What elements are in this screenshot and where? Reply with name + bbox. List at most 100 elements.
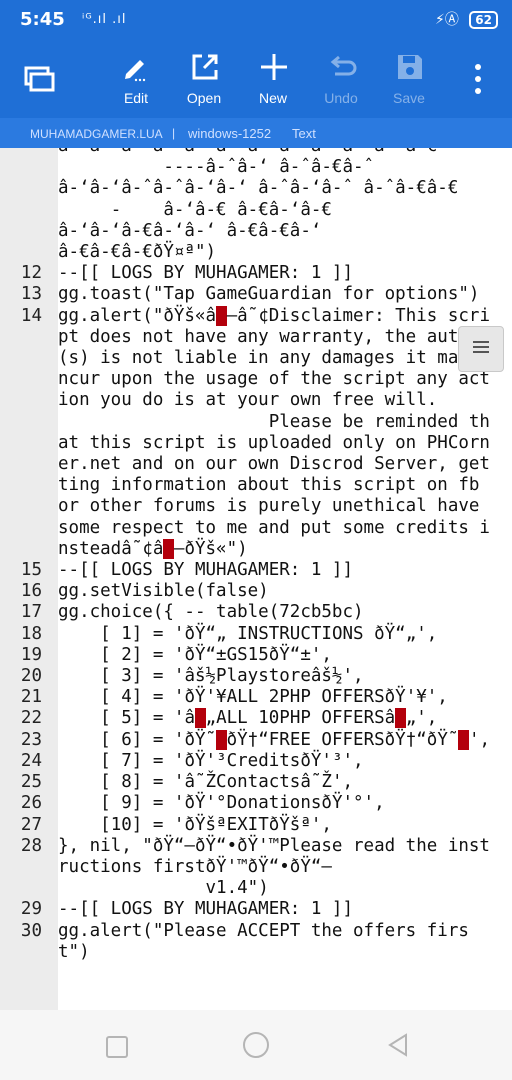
code-line[interactable]: â-€â-€â-€ðŸ¤ª")	[0, 242, 512, 263]
line-number	[0, 221, 58, 242]
line-number: 17	[20, 602, 42, 623]
edit-button[interactable]: Edit	[106, 48, 166, 110]
code-line[interactable]: 15 --[[ LOGS BY MUHAGAMER: 1 ]]	[0, 560, 512, 581]
code-line[interactable]: 23 [ 6] = 'ðŸ˜·ðŸ†“FREE OFFERSðŸ†“ðŸ˜·',	[0, 729, 512, 751]
line-text: [ 8] = 'â˜ŽContactsâ˜Ž',	[58, 772, 354, 793]
line-text: [ 3] = 'âš½Playstoreâš½',	[58, 666, 364, 687]
status-icons: ⚡Ⓐ	[435, 12, 459, 28]
save-icon	[398, 55, 422, 79]
code-line[interactable]: 24 [ 7] = 'ðŸ'³CreditsðŸ'³',	[0, 751, 512, 772]
line-text: gg.setVisible(false)	[58, 581, 269, 602]
invalid-char-marker: ·	[163, 538, 174, 559]
line-number: 13	[20, 284, 42, 305]
code-line[interactable]: 17 gg.choice({ -- table(72cb5bc)	[0, 602, 512, 623]
code-line[interactable]: â-‘â-‘â-ˆâ-ˆâ-‘â-‘ â-ˆâ-‘â-ˆ â-ˆâ-€â-€	[0, 178, 512, 199]
code-editor[interactable]: â-‘â-ˆâ-‘â-ˆâ-‘â-‘â-ˆâ-‘â-ˆâ-‘â-‘â-€ ---…	[0, 148, 512, 1010]
line-number: 15	[20, 560, 42, 581]
invalid-char-marker: ·	[216, 729, 227, 750]
pencil-icon	[125, 60, 146, 82]
clock: 5:45	[20, 9, 65, 30]
line-number	[0, 178, 58, 199]
code-line[interactable]: 19 [ 2] = 'ðŸ“±GS15ðŸ“±',	[0, 645, 512, 666]
invalid-char-marker: ·	[194, 708, 206, 729]
line-text: ----â-ˆâ-‘ â-ˆâ-€â-ˆ	[58, 157, 375, 178]
line-text: --[[ LOGS BY MUHAGAMER: 1 ]]	[58, 263, 354, 284]
line-text: --[[ LOGS BY MUHAGAMER: 1 ]]	[58, 899, 354, 920]
code-line[interactable]: 20 [ 3] = 'âš½Playstoreâš½',	[0, 666, 512, 687]
line-number: 25	[20, 772, 42, 793]
code-line[interactable]: 14 gg.alert("ðŸš«â·–â˜¢Disclaimer: This s…	[0, 305, 512, 560]
undo-icon	[330, 55, 357, 76]
line-text: --[[ LOGS BY MUHAGAMER: 1 ]]	[58, 560, 354, 581]
code-line[interactable]: 18 [ 1] = 'ðŸ“„ INSTRUCTIONS ðŸ“„',	[0, 624, 512, 645]
line-number: 29	[20, 899, 42, 920]
line-number: 21	[20, 687, 42, 708]
code-line[interactable]: 13 gg.toast("Tap GameGuardian for options…	[0, 284, 512, 305]
code-line[interactable]: â-‘â-ˆâ-‘â-ˆâ-‘â-‘â-ˆâ-‘â-ˆâ-‘â-‘â-€	[0, 148, 512, 157]
code-line[interactable]: 22 [ 5] = 'â·„ALL 10PHP OFFERSâ·„',	[0, 708, 512, 729]
separator: |	[172, 126, 176, 140]
recents-square-icon[interactable]	[106, 1036, 128, 1058]
line-text: [ 6] = 'ðŸ˜·ðŸ†“FREE OFFERSðŸ†“ðŸ˜·',	[58, 729, 491, 750]
status-right: ⚡Ⓐ 62	[435, 9, 498, 29]
more-vert-icon[interactable]	[474, 64, 482, 100]
new-label: New	[258, 90, 287, 106]
save-button[interactable]: Save	[379, 48, 439, 110]
file-info-bar: MUHAMADGAMER.LUA | windows-1252 Text	[0, 118, 512, 148]
code-line[interactable]: â-‘â-‘â-€â-‘â-‘ â-€â-€â-‘	[0, 221, 512, 242]
back-triangle-icon[interactable]	[386, 1032, 410, 1058]
line-text: [ 2] = 'ðŸ“±GS15ðŸ“±',	[58, 644, 332, 665]
code-line[interactable]: 21 [ 4] = 'ðŸ'¥ALL 2PHP OFFERSðŸ'¥',	[0, 687, 512, 708]
code-line[interactable]: 16 gg.setVisible(false)	[0, 581, 512, 602]
code-line[interactable]: - â-‘â-€ â-€â-‘â-€	[0, 200, 512, 221]
line-number: 28	[20, 835, 42, 856]
system-nav-bar	[0, 1010, 512, 1080]
tabs-icon[interactable]	[24, 66, 56, 98]
line-text: [10] = 'ðŸšªEXITðŸšª',	[58, 814, 332, 835]
new-button[interactable]: New	[243, 48, 303, 110]
code-line[interactable]: 29 --[[ LOGS BY MUHAGAMER: 1 ]]	[0, 899, 512, 920]
line-text: â-‘â-‘â-ˆâ-ˆâ-‘â-‘ â-ˆâ-‘â-ˆ â-ˆâ-€â-€	[58, 178, 459, 199]
invalid-char-marker: ·	[458, 729, 469, 750]
code-line[interactable]: ----â-ˆâ-‘ â-ˆâ-€â-ˆ	[0, 157, 512, 178]
line-number: 16	[20, 581, 42, 602]
line-text: gg.alert("ðŸš«â·–â˜¢Disclaimer: This scr…	[58, 305, 490, 559]
fast-scroll-handle[interactable]	[458, 326, 504, 372]
line-number: 19	[20, 644, 42, 665]
line-number: 18	[20, 623, 42, 644]
code-line[interactable]: 26 [ 9] = 'ðŸ'°DonationsðŸ'°',	[0, 793, 512, 814]
code-line[interactable]: 28 }, nil, "ðŸ“–ðŸ“•ðŸ'™Please read the i…	[0, 836, 512, 900]
status-bar: 5:45 ⁱᴳ.ıl .ıl ⚡Ⓐ 62	[0, 0, 512, 40]
language-mode[interactable]: Text	[292, 126, 316, 141]
undo-button[interactable]: Undo	[311, 48, 371, 110]
line-number	[0, 242, 58, 263]
line-number: 14	[20, 305, 42, 326]
line-text: [ 7] = 'ðŸ'³CreditsðŸ'³',	[58, 750, 364, 771]
encoding[interactable]: windows-1252	[188, 126, 271, 141]
line-text: }, nil, "ðŸ“–ðŸ“•ðŸ'™Please read the ins…	[58, 835, 490, 899]
file-name: MUHAMADGAMER.LUA	[30, 127, 163, 141]
line-text: [ 4] = 'ðŸ'¥ALL 2PHP OFFERSðŸ'¥',	[58, 687, 448, 708]
line-text: gg.toast("Tap GameGuardian for options")	[58, 284, 480, 305]
line-number: 23	[20, 729, 42, 750]
battery-icon: 62	[469, 11, 498, 29]
save-label: Save	[393, 90, 425, 106]
code-line[interactable]: 27 [10] = 'ðŸšªEXITðŸšª',	[0, 815, 512, 836]
open-button[interactable]: Open	[174, 48, 234, 110]
line-text: [ 9] = 'ðŸ'°DonationsðŸ'°',	[58, 793, 385, 814]
code-line[interactable]: 30 gg.alert("Please ACCEPT the offers fir…	[0, 921, 512, 963]
code-lines: â-‘â-ˆâ-‘â-ˆâ-‘â-‘â-ˆâ-‘â-ˆâ-‘â-‘â-€ ---…	[0, 148, 512, 963]
edit-label: Edit	[123, 90, 149, 106]
open-external-icon	[192, 54, 218, 80]
line-number: 26	[20, 793, 42, 814]
toolbar: Edit Open New Undo Save	[0, 40, 512, 118]
line-number: 24	[20, 750, 42, 771]
line-text: gg.alert("Please ACCEPT the offers first…	[58, 920, 469, 962]
open-label: Open	[186, 90, 222, 106]
line-text: - â-‘â-€ â-€â-‘â-€	[58, 199, 332, 220]
plus-icon	[261, 54, 287, 80]
code-line[interactable]: 25 [ 8] = 'â˜ŽContactsâ˜Ž',	[0, 772, 512, 793]
home-circle-icon[interactable]	[243, 1032, 269, 1058]
line-number: 12	[20, 263, 42, 284]
code-line[interactable]: 12 --[[ LOGS BY MUHAGAMER: 1 ]]	[0, 263, 512, 284]
